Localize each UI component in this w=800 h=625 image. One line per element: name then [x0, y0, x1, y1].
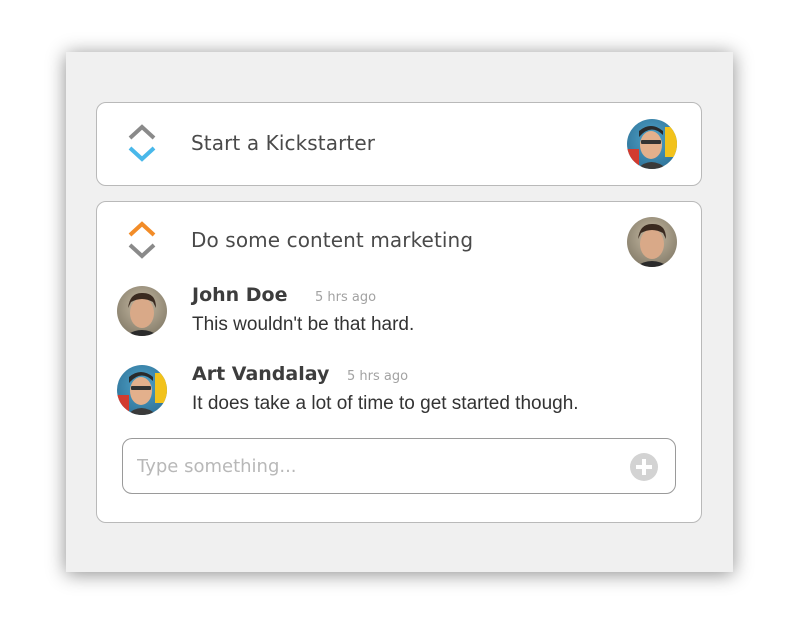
vote-control	[125, 123, 159, 163]
avatar-art-vandalay-icon	[627, 119, 677, 169]
comment-avatar[interactable]	[117, 365, 167, 415]
comment-author[interactable]: John Doe	[192, 284, 288, 306]
todo-panel: Start a Kickstarter Do some content mark…	[66, 52, 733, 572]
comment-text: This wouldn't be that hard.	[192, 314, 415, 335]
downvote-chevron-icon[interactable]	[128, 146, 156, 162]
comment: Art Vandalay 5 hrs ago It does take a lo…	[117, 363, 677, 419]
task-title[interactable]: Start a Kickstarter	[191, 131, 375, 155]
downvote-chevron-icon[interactable]	[128, 243, 156, 259]
comment-input[interactable]	[137, 451, 607, 481]
assignee-avatar[interactable]	[627, 119, 677, 169]
add-comment-button[interactable]	[630, 453, 658, 481]
comment-avatar[interactable]	[117, 286, 167, 336]
comment: John Doe 5 hrs ago This wouldn't be that…	[117, 284, 677, 340]
comment-timestamp: 5 hrs ago	[347, 369, 409, 384]
comment-author[interactable]: Art Vandalay	[192, 363, 329, 385]
assignee-avatar[interactable]	[627, 217, 677, 267]
comment-composer	[122, 438, 676, 494]
upvote-chevron-icon[interactable]	[128, 221, 156, 237]
avatar-john-doe-icon	[627, 217, 677, 267]
avatar-john-doe-icon	[117, 286, 167, 336]
task-title[interactable]: Do some content marketing	[191, 228, 473, 252]
task-card: Start a Kickstarter	[96, 102, 702, 186]
upvote-chevron-icon[interactable]	[128, 124, 156, 140]
comment-timestamp: 5 hrs ago	[315, 290, 377, 305]
vote-control	[125, 220, 159, 260]
plus-circle-icon	[636, 459, 652, 475]
task-card: Do some content marketing John Doe 5 hrs	[96, 201, 702, 523]
comment-text: It does take a lot of time to get starte…	[192, 393, 579, 414]
avatar-art-vandalay-icon	[117, 365, 167, 415]
